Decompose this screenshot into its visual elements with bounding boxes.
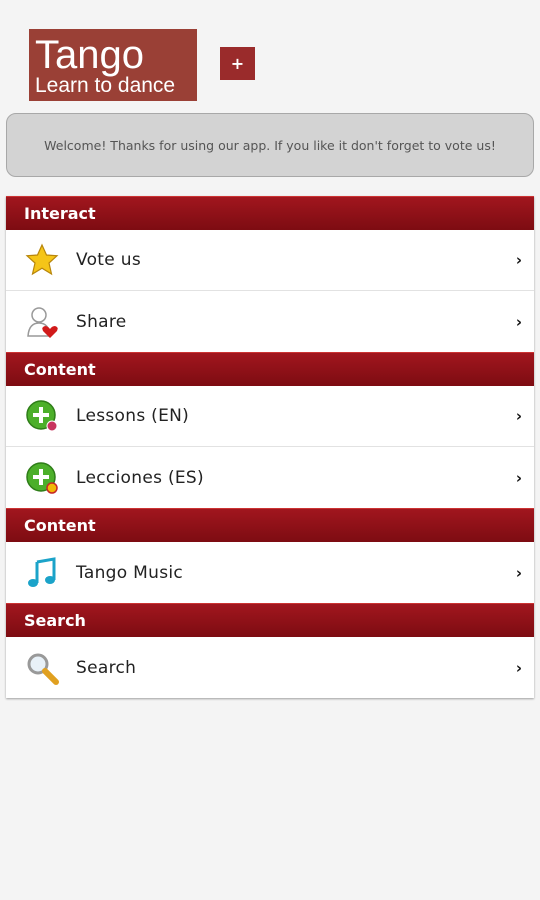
lesson-add-icon: [24, 398, 60, 434]
section-header-content-music: Content: [6, 508, 534, 542]
chevron-right-icon: ›: [515, 407, 522, 425]
lesson-add-icon: [24, 460, 60, 496]
list-item-vote-us[interactable]: Vote us ›: [6, 230, 534, 291]
chevron-right-icon: ›: [515, 658, 522, 677]
list-item-label: Share: [76, 311, 127, 332]
list-item-lessons-en[interactable]: Lessons (EN) ›: [6, 386, 534, 447]
logo-title: Tango: [35, 33, 144, 77]
list-item-label: Lecciones (ES): [76, 467, 204, 488]
list-item-share[interactable]: Share ›: [6, 291, 534, 352]
list-item-search[interactable]: Search ›: [6, 637, 534, 698]
logo-subtitle: Learn to dance: [35, 74, 176, 97]
welcome-banner: Welcome! Thanks for using our app. If yo…: [6, 113, 534, 177]
user-heart-icon: [24, 304, 60, 340]
music-note-icon: [24, 555, 60, 591]
list-item-label: Tango Music: [76, 562, 184, 583]
list-item-label: Search: [76, 657, 137, 678]
star-icon: [24, 242, 60, 278]
list-item-label: Lessons (EN): [76, 406, 190, 426]
magnifier-icon: [24, 650, 60, 686]
app-logo: Tango Learn to dance: [29, 29, 197, 101]
add-button[interactable]: +: [220, 47, 255, 80]
chevron-right-icon: ›: [515, 312, 522, 331]
menu-list: Interact Vote us › Share › Content Lesso…: [6, 196, 534, 698]
chevron-right-icon: ›: [515, 468, 522, 487]
section-header-interact: Interact: [6, 196, 534, 230]
section-header-content: Content: [6, 352, 534, 386]
chevron-right-icon: ›: [515, 563, 522, 582]
list-item-label: Vote us: [76, 250, 141, 270]
list-item-lecciones-es[interactable]: Lecciones (ES) ›: [6, 447, 534, 508]
list-item-tango-music[interactable]: Tango Music ›: [6, 542, 534, 603]
section-header-search: Search: [6, 603, 534, 637]
welcome-text: Welcome! Thanks for using our app. If yo…: [44, 137, 496, 153]
chevron-right-icon: ›: [515, 251, 522, 269]
